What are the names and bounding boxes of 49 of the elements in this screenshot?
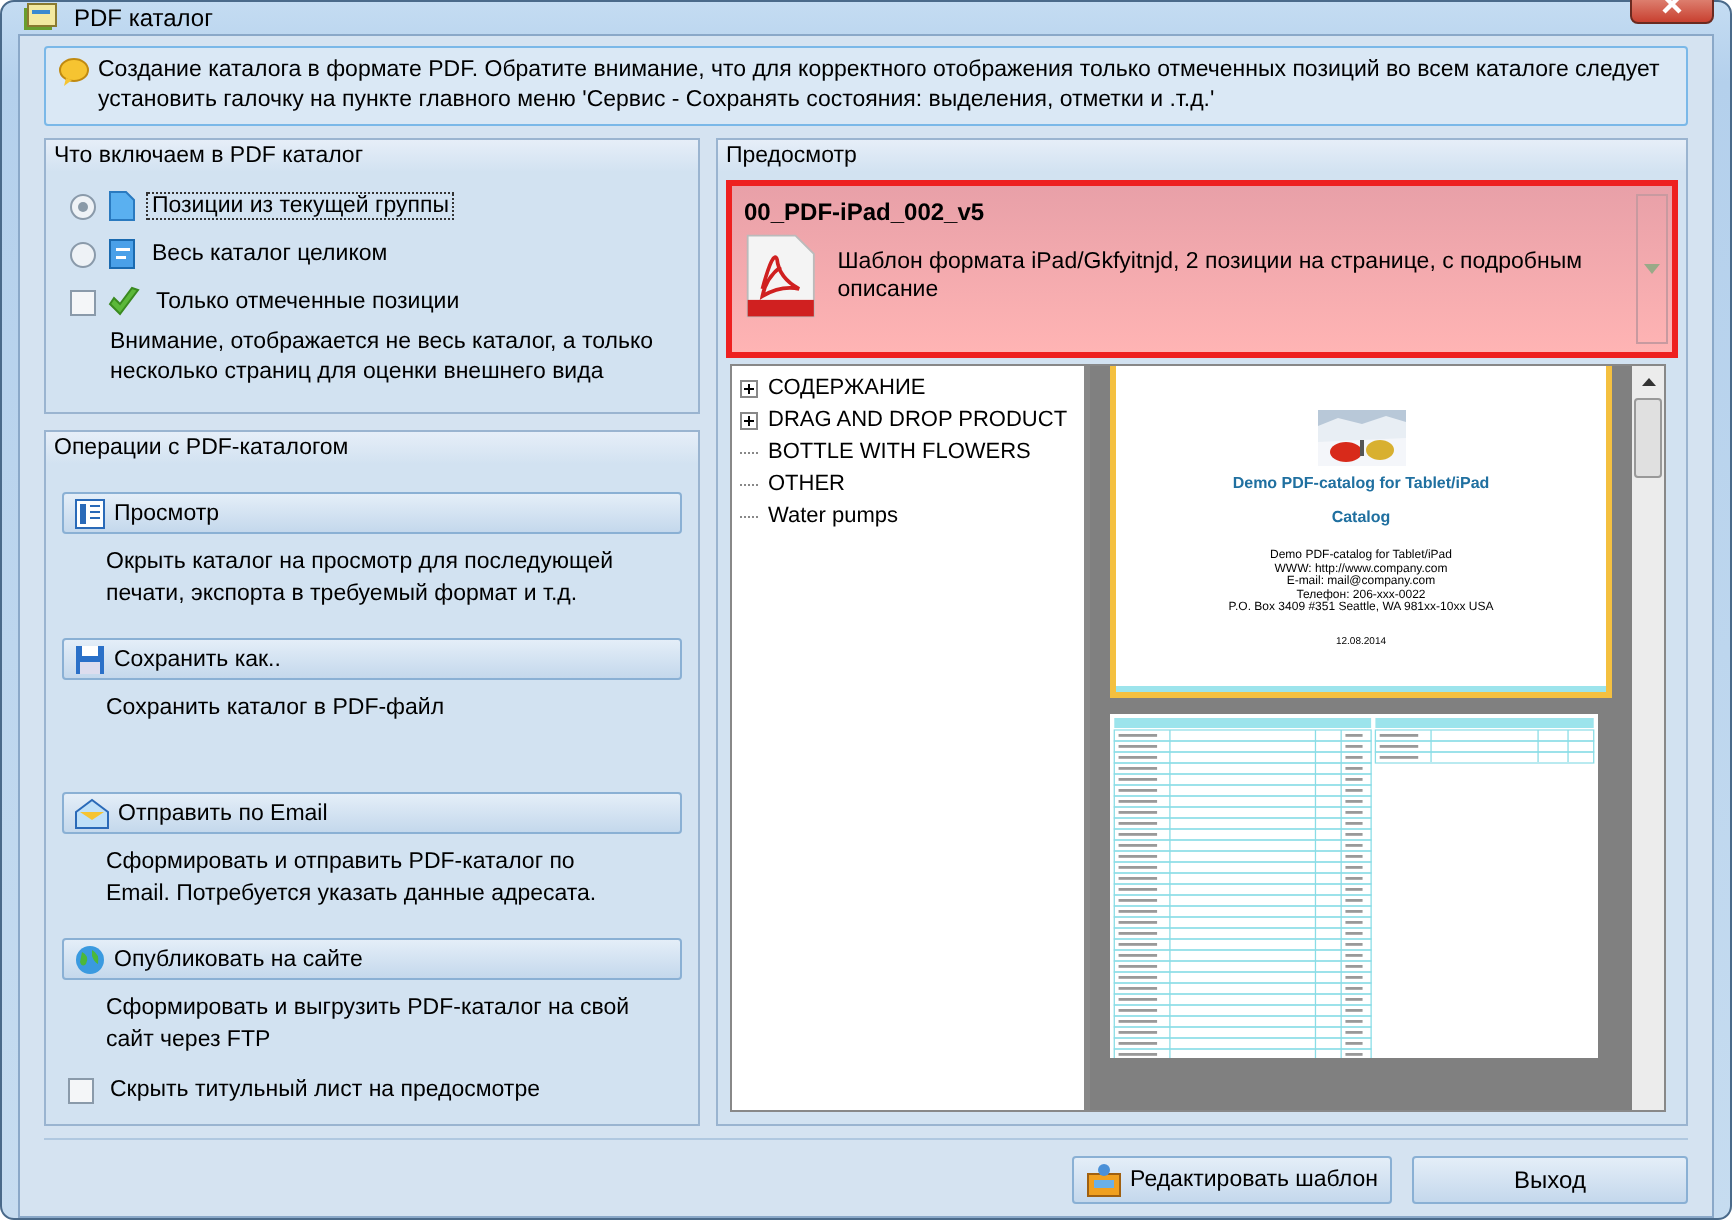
option-label: Позиции из текущей группы: [148, 194, 453, 218]
tree-item[interactable]: DRAG AND DROP PRODUCT: [768, 408, 1068, 432]
exit-button[interactable]: Выход: [1412, 1156, 1688, 1204]
toolbox-icon: [1086, 1162, 1123, 1198]
window-title: PDF каталог: [74, 4, 215, 32]
option-label: Только отмеченные позиции: [154, 290, 462, 314]
dropdown-arrow-icon: [1644, 264, 1660, 274]
action-description: Сохранить каталог в PDF-файл: [104, 694, 447, 724]
action-description: Окрыть каталог на просмотр для последующей печати, экспорта в требуемый формат и т.д.: [104, 548, 616, 610]
list-icon: [74, 497, 106, 529]
expand-icon[interactable]: [740, 411, 764, 429]
action-button[interactable]: Просмотр: [62, 492, 682, 534]
radio-button[interactable]: [70, 193, 96, 219]
option-label: Весь каталог целиком: [150, 242, 390, 266]
pdf-file-icon: [744, 230, 818, 322]
note-text: Внимание, отображается не весь каталог, а только несколько страниц для оценки внешнего вида: [108, 328, 656, 388]
document-icon: [108, 238, 136, 270]
info-text: Создание каталога в формате PDF. Обратите внимание, что для корректного отображения только отмеченных позиций во всем каталоге следует установить галочку на пункте главного меню 'Сервис - Сохранять состояния: выделения, отметки и .т.д.': [98, 56, 1662, 116]
action-button[interactable]: Сохранить как..: [62, 638, 682, 680]
envelope-icon: [74, 797, 110, 829]
group-title: Предосмотр: [718, 140, 1686, 172]
radio-button[interactable]: [70, 241, 96, 267]
action-description: Сформировать и отправить PDF-каталог по Email. Потребуется указать данные адресата.: [104, 848, 599, 910]
checkbox[interactable]: [68, 1077, 94, 1103]
catalog-icon: [22, 2, 58, 34]
scroll-up-icon[interactable]: [1641, 378, 1655, 386]
action-button[interactable]: Отправить по Email: [62, 792, 682, 834]
action-description: Сформировать и выгрузить PDF-каталог на свой сайт через FTP: [104, 994, 632, 1056]
globe-icon: [74, 943, 106, 975]
checkbox-label: Скрыть титульный лист на предосмотре: [108, 1078, 542, 1102]
scrollbar[interactable]: [1632, 366, 1664, 1110]
close-icon: [1662, 0, 1682, 14]
catalog-heading: Demo PDF-catalog for Tablet/iPad: [1232, 474, 1490, 492]
tree-item[interactable]: BOTTLE WITH FLOWERS: [768, 440, 1031, 464]
speech-bubble-icon: [58, 58, 90, 86]
checkmark-icon: [108, 286, 140, 318]
edit-template-button[interactable]: Редактировать шаблон: [1072, 1156, 1392, 1204]
tree-item[interactable]: Water pumps: [768, 504, 899, 528]
expand-icon[interactable]: [740, 379, 764, 397]
action-button[interactable]: Опубликовать на сайте: [62, 938, 682, 980]
page-icon: [108, 190, 136, 222]
group-title: Что включаем в PDF каталог: [46, 140, 698, 172]
scroll-thumb[interactable]: [1634, 398, 1662, 478]
template-dropdown[interactable]: 00_PDF-iPad_002_v5 Шаблон формата iPad/Gkfyitnjd, 2 позиции на странице, с подробным описание: [726, 180, 1678, 358]
tree-item[interactable]: СОДЕРЖАНИЕ: [768, 376, 926, 400]
catalog-subheading: Catalog: [1331, 508, 1391, 526]
checkbox[interactable]: [70, 289, 96, 315]
group-title: Операции с PDF-каталогом: [46, 432, 698, 464]
tree-item[interactable]: OTHER: [768, 472, 845, 496]
